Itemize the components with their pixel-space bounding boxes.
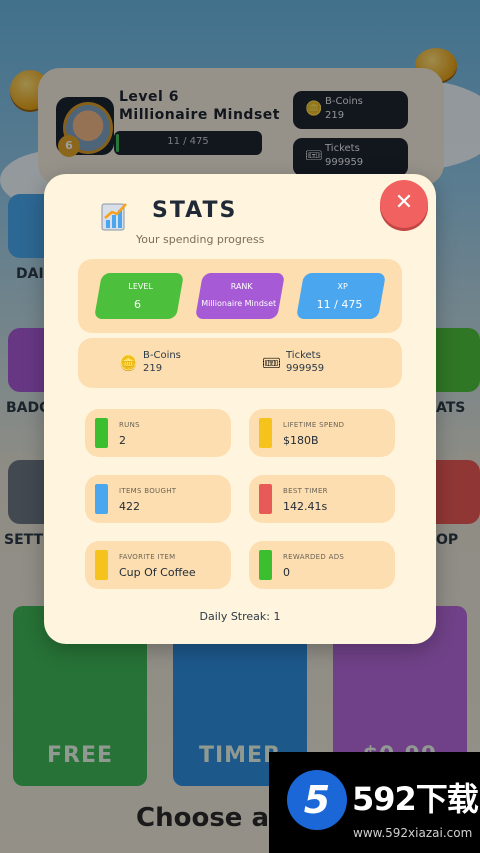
- bcoins-stat-label: B-Coins: [143, 350, 181, 361]
- watermark: 5 592下载 www.592xiazai.com: [269, 752, 480, 853]
- lifetime-spend-label: LIFETIME SPEND: [283, 421, 345, 429]
- runs-stat: RUNS 2: [85, 409, 231, 457]
- coins-icon: 🪙: [119, 354, 138, 372]
- rank-pill: RANK Millionaire Mindset: [194, 273, 286, 319]
- modal-subtitle: Your spending progress: [136, 233, 265, 246]
- favorite-item-value: Cup Of Coffee: [119, 566, 196, 579]
- items-bought-stat: ITEMS BOUGHT 422: [85, 475, 231, 523]
- rewarded-ads-value: 0: [283, 566, 290, 579]
- xp-pill: XP 11 / 475: [295, 273, 387, 319]
- rewarded-ads-label: REWARDED ADS: [283, 553, 345, 561]
- daily-streak-text: Daily Streak: 1: [199, 610, 281, 623]
- close-button[interactable]: ✕: [380, 180, 428, 228]
- tickets-stat-value: 999959: [286, 363, 325, 374]
- level-pill-label: LEVEL: [128, 282, 153, 291]
- lifetime-spend-stat: LIFETIME SPEND $180B: [249, 409, 395, 457]
- items-bought-value: 422: [119, 500, 140, 513]
- best-timer-value: 142.41s: [283, 500, 328, 513]
- rank-pill-label: RANK: [230, 282, 253, 291]
- rewarded-ads-stat: REWARDED ADS 0: [249, 541, 395, 589]
- xp-pill-label: XP: [337, 282, 348, 291]
- favorite-item-color-bar: [95, 550, 108, 580]
- best-timer-color-bar: [259, 484, 272, 514]
- favorite-item-stat: FAVORITE ITEM Cup Of Coffee: [85, 541, 231, 589]
- lifetime-spend-value: $180B: [283, 434, 319, 447]
- watermark-brand: 592下载: [352, 780, 479, 818]
- lifetime-spend-color-bar: [259, 418, 272, 448]
- xp-pill-value: 11 / 475: [316, 298, 363, 311]
- tickets-icon: 🎟: [262, 354, 282, 372]
- level-pill: LEVEL 6: [93, 273, 185, 319]
- best-timer-stat: BEST TIMER 142.41s: [249, 475, 395, 523]
- tickets-stat-label: Tickets: [286, 350, 321, 361]
- items-bought-label: ITEMS BOUGHT: [119, 487, 177, 495]
- favorite-item-label: FAVORITE ITEM: [119, 553, 176, 561]
- watermark-logo-icon: 5: [287, 770, 347, 830]
- best-timer-label: BEST TIMER: [283, 487, 328, 495]
- chart-icon: [101, 203, 127, 231]
- rewarded-ads-color-bar: [259, 550, 272, 580]
- watermark-url: www.592xiazai.com: [353, 826, 473, 840]
- rank-pill-value: Millionaire Mindset: [201, 299, 277, 308]
- runs-label: RUNS: [119, 421, 140, 429]
- modal-title: STATS: [152, 198, 238, 223]
- runs-color-bar: [95, 418, 108, 448]
- items-bought-color-bar: [95, 484, 108, 514]
- bcoins-stat-value: 219: [143, 363, 163, 374]
- level-pill-value: 6: [134, 298, 142, 311]
- runs-value: 2: [119, 434, 126, 447]
